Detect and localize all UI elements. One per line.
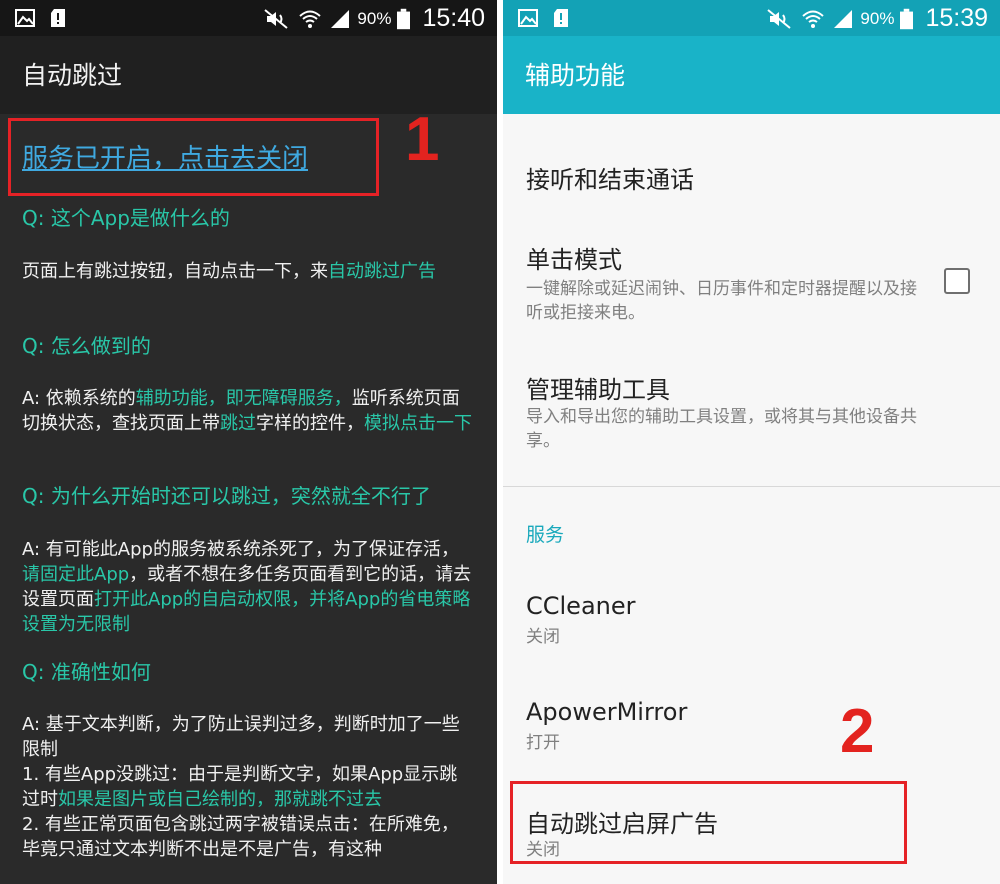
signal-icon [834, 9, 853, 28]
signal-icon [331, 9, 350, 28]
gallery-icon [518, 9, 538, 27]
app-bar: 自动跳过 [0, 36, 497, 114]
answer-highlight: 自动跳过广告 [328, 261, 436, 282]
answer-text: A: 基于文本判断，为了防止误判过多，判断时加了一些限制 [22, 714, 460, 760]
faq-answer-3: A: 有可能此App的服务被系统杀死了，为了保证存活，请固定此App，或者不想在… [22, 537, 472, 637]
faq-question-4: Q: 准确性如何 [22, 660, 151, 684]
page-title: 辅助功能 [525, 61, 626, 90]
battery-percent: 90% [357, 8, 392, 28]
answer-text: A: 有可能此App的服务被系统杀死了，为了保证存活， [22, 539, 459, 560]
status-bar: 90% 15:40 [0, 0, 497, 36]
clock: 15:40 [422, 4, 485, 32]
mute-icon [264, 8, 289, 29]
answer-text: 字样的控件， [256, 413, 364, 434]
setting-answer-end-calls[interactable]: 接听和结束通话 [526, 160, 694, 195]
app-bar: 辅助功能 [503, 36, 1000, 114]
faq-question-2: Q: 怎么做到的 [22, 334, 151, 358]
service-ccleaner[interactable]: CCleaner [526, 592, 636, 620]
setting-single-tap-mode[interactable]: 单击模式 [526, 240, 622, 275]
faq-answer-2: A: 依赖系统的辅助功能，即无障碍服务，监听系统页面切换状态，查找页面上带跳过字… [22, 386, 472, 436]
sd-card-alert-icon [554, 9, 568, 27]
sd-card-alert-icon [51, 9, 65, 27]
faq-question-1: Q: 这个App是做什么的 [22, 206, 230, 230]
answer-text: 2. 有些正常页面包含跳过两字被错误点击：在所难免，毕竟只通过文本判断不出是不是… [22, 814, 459, 860]
answer-highlight: 辅助功能，即无障碍服务， [135, 388, 352, 409]
faq-answer-4: A: 基于文本判断，为了防止误判过多，判断时加了一些限制 1. 有些App没跳过… [22, 712, 472, 862]
setting-manage-tools[interactable]: 管理辅助工具 [526, 370, 670, 405]
section-divider [503, 486, 1000, 487]
answer-highlight: 跳过 [220, 413, 256, 434]
answer-text: A: 依赖系统的 [22, 388, 136, 409]
answer-text: 页面上有跳过按钮，自动点击一下，来 [22, 261, 328, 282]
status-bar: 90% 15:39 [503, 0, 1000, 36]
faq-question-3: Q: 为什么开始时还可以跳过，突然就全不行了 [22, 484, 431, 508]
gallery-icon [15, 9, 35, 27]
annotation-number-2: 2 [840, 697, 875, 766]
battery-icon [900, 8, 914, 29]
answer-highlight: 模拟点击一下 [364, 413, 472, 434]
battery-percent: 90% [860, 8, 895, 28]
service-ccleaner-status: 关闭 [526, 627, 560, 647]
setting-manage-tools-desc: 导入和导出您的辅助工具设置，或将其与其他设备共享。 [526, 407, 917, 451]
setting-single-tap-desc: 一键解除或延迟闹钟、日历事件和定时器提醒以及接听或拒接来电。 [526, 279, 917, 323]
annotation-number-1: 1 [405, 105, 440, 174]
wifi-icon [802, 10, 825, 28]
faq-answer-1: 页面上有跳过按钮，自动点击一下，来自动跳过广告 [22, 259, 472, 284]
clock: 15:39 [925, 4, 988, 32]
annotation-box-2 [510, 781, 907, 864]
single-tap-checkbox[interactable] [944, 268, 970, 294]
answer-highlight: 请固定此App [22, 564, 130, 585]
wifi-icon [299, 10, 322, 28]
section-header-services: 服务 [526, 524, 565, 546]
mute-icon [767, 8, 792, 29]
page-title: 自动跳过 [22, 61, 123, 90]
annotation-box-1 [8, 118, 379, 196]
service-apowermirror[interactable]: ApowerMirror [526, 698, 687, 726]
battery-icon [397, 8, 411, 29]
answer-highlight: 如果是图片或自己绘制的，那就跳不过去 [58, 789, 382, 810]
